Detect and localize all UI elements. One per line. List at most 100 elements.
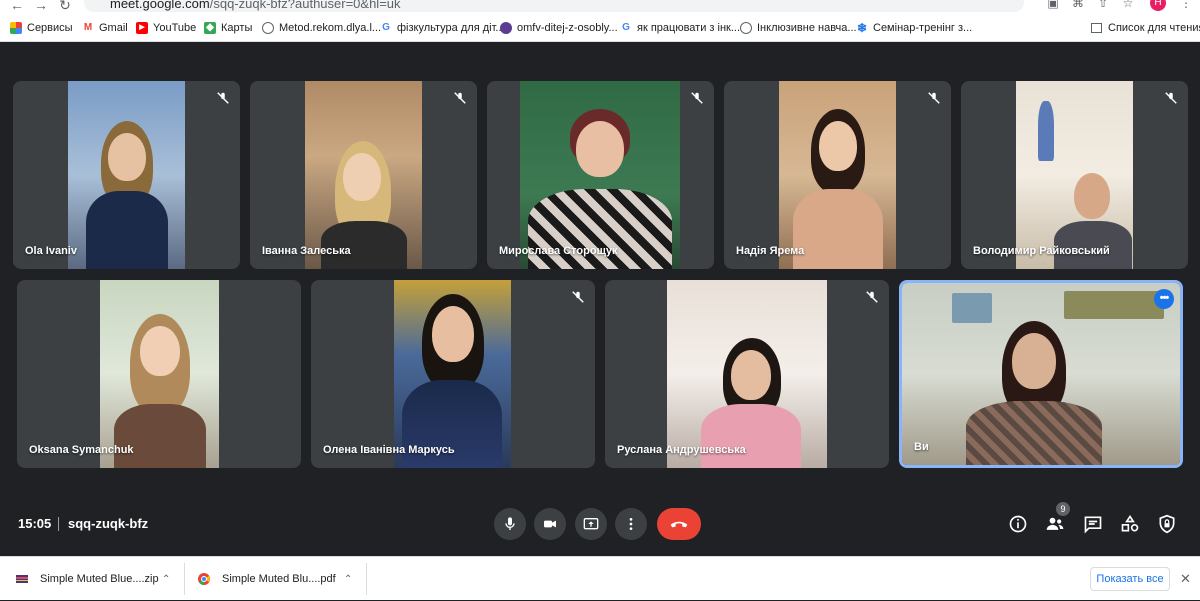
browser-chrome: ← → ↻ meet.google.com/sqq-zuqk-bfz?authu… <box>0 0 1200 42</box>
participant-video <box>520 81 680 269</box>
participant-video <box>394 280 511 468</box>
bookmark-fizkultura[interactable]: Gфізкультура для діт... <box>380 22 505 34</box>
face-shape <box>576 121 624 177</box>
self-view-tile[interactable]: ••• Ви <box>899 280 1183 468</box>
chevron-up-icon[interactable]: ⌃ <box>344 574 352 585</box>
face-shape <box>432 306 474 362</box>
bookmark-label: Gmail <box>99 22 128 34</box>
close-icon[interactable]: ✕ <box>1180 571 1191 587</box>
statue-shape <box>1038 101 1054 161</box>
bookmark-label: Сервисы <box>27 22 73 34</box>
bookmark-youtube[interactable]: ▶ YouTube <box>136 22 196 34</box>
download-item[interactable]: Simple Muted Blu....pdf ⌃ <box>198 557 358 601</box>
meeting-details-button[interactable] <box>1008 514 1028 534</box>
participant-video <box>1016 81 1133 269</box>
bookmark-inkl[interactable]: Gяк працювати з інк... <box>620 22 740 34</box>
meeting-code: sqq-zuqk-bfz <box>68 516 149 531</box>
participant-video <box>667 280 827 468</box>
reading-list-button[interactable]: Список для чтения <box>1108 22 1200 34</box>
bookmark-seminar[interactable]: ❄ Семінар-тренінг з... <box>856 22 972 34</box>
participants-button[interactable] <box>1045 514 1065 534</box>
participant-tile[interactable]: Надія Ярема <box>724 81 951 269</box>
profile-avatar[interactable]: Н <box>1150 0 1166 11</box>
muted-mic-icon <box>216 91 230 105</box>
participant-name: Володимир Райковський <box>973 245 1110 257</box>
bookmark-apps[interactable]: Сервисы <box>10 22 73 34</box>
divider <box>184 563 185 595</box>
microphone-button[interactable] <box>494 508 526 540</box>
hang-up-icon <box>670 521 688 528</box>
muted-mic-icon <box>571 290 585 304</box>
camera-button[interactable] <box>534 508 566 540</box>
participant-tile[interactable]: Володимир Райковський <box>961 81 1188 269</box>
bookmark-label: фізкультура для діт... <box>397 22 505 34</box>
bookmark-label: Metod.rekom.dlya.l... <box>279 22 382 34</box>
face-shape <box>731 350 771 400</box>
bookmark-star-icon[interactable]: ☆ <box>1120 0 1136 10</box>
face-shape <box>1074 173 1110 219</box>
chat-icon <box>1084 516 1102 534</box>
url-text[interactable]: meet.google.com/sqq-zuqk-bfz?authuser=0&… <box>110 0 401 11</box>
translate-icon[interactable]: ⌘ <box>1070 0 1086 10</box>
muted-mic-icon <box>865 290 879 304</box>
body-shape <box>528 189 672 269</box>
download-filename: Simple Muted Blu....pdf <box>222 573 336 585</box>
chrome-pdf-icon <box>198 573 210 585</box>
youtube-icon: ▶ <box>136 22 148 34</box>
participant-tile[interactable]: Oksana Symanchuk <box>17 280 301 468</box>
participant-video <box>779 81 896 269</box>
info-icon <box>1009 515 1027 533</box>
participant-count-badge: 9 <box>1056 502 1070 516</box>
bookmark-label: Семінар-тренінг з... <box>873 22 973 34</box>
more-options-button[interactable]: ••• <box>1154 289 1174 309</box>
camera-permission-icon[interactable]: ▣ <box>1045 0 1061 10</box>
gmail-icon: M <box>83 22 93 33</box>
picture-frame-shape <box>952 293 992 323</box>
download-item[interactable]: Simple Muted Blue....zip ⌃ <box>16 557 176 601</box>
activities-button[interactable] <box>1120 514 1140 534</box>
bookmark-metod[interactable]: Metod.rekom.dlya.l... <box>262 22 381 34</box>
participant-tile[interactable]: Руслана Андрушевська <box>605 280 889 468</box>
face-shape <box>1012 333 1056 389</box>
forward-arrow-icon[interactable]: → <box>32 0 50 12</box>
host-controls-button[interactable] <box>1157 514 1177 534</box>
reload-icon[interactable]: ↻ <box>56 0 74 12</box>
participant-tile[interactable]: Іванна Залеська <box>250 81 477 269</box>
globe-icon <box>262 22 274 34</box>
face-shape <box>819 121 857 171</box>
share-icon[interactable]: ⇧ <box>1095 0 1111 10</box>
face-shape <box>140 326 180 376</box>
participant-tile[interactable]: Ola Ivaniv <box>13 81 240 269</box>
participant-tile[interactable]: Мирослава Сторощук <box>487 81 714 269</box>
participant-name: Ви <box>914 441 929 453</box>
bookmarks-bar: Сервисы M Gmail ▶ YouTube ◆ Карты Metod.rek… <box>0 18 1200 40</box>
more-options-menu-button[interactable] <box>615 508 647 540</box>
chat-button[interactable] <box>1083 514 1103 534</box>
bookmark-omfv[interactable]: omfv-ditej-z-osobly... <box>500 22 618 34</box>
bookmark-label: omfv-ditej-z-osobly... <box>517 22 618 34</box>
bookmark-maps[interactable]: ◆ Карты <box>204 22 252 34</box>
participant-tile[interactable]: Олена Іванівна Маркусь <box>311 280 595 468</box>
chevron-up-icon[interactable]: ⌃ <box>162 574 170 585</box>
shield-lock-icon <box>1159 514 1175 534</box>
muted-mic-icon <box>690 91 704 105</box>
maps-icon: ◆ <box>204 22 216 34</box>
bookmark-inklyuzyvne[interactable]: Інклюзивне навча... <box>740 22 857 34</box>
present-screen-button[interactable] <box>575 508 607 540</box>
site-icon <box>500 22 512 34</box>
google-icon: G <box>382 22 390 33</box>
participant-video <box>68 81 185 269</box>
participant-video <box>305 81 422 269</box>
show-all-downloads-button[interactable]: Показать все <box>1090 567 1170 591</box>
google-icon: G <box>622 22 630 33</box>
participant-video <box>100 280 219 468</box>
bookmark-gmail[interactable]: M Gmail <box>82 22 128 34</box>
participant-name: Руслана Андрушевська <box>617 444 746 456</box>
menu-kebab-icon[interactable]: ⋮ <box>1178 0 1194 10</box>
participant-name: Надія Ярема <box>736 245 805 257</box>
downloads-bar: Simple Muted Blue....zip ⌃ Simple Muted … <box>0 556 1200 600</box>
back-arrow-icon[interactable]: ← <box>8 0 26 12</box>
leave-call-button[interactable] <box>657 508 701 540</box>
download-filename: Simple Muted Blue....zip <box>40 573 159 585</box>
participant-name: Ola Ivaniv <box>25 245 77 257</box>
